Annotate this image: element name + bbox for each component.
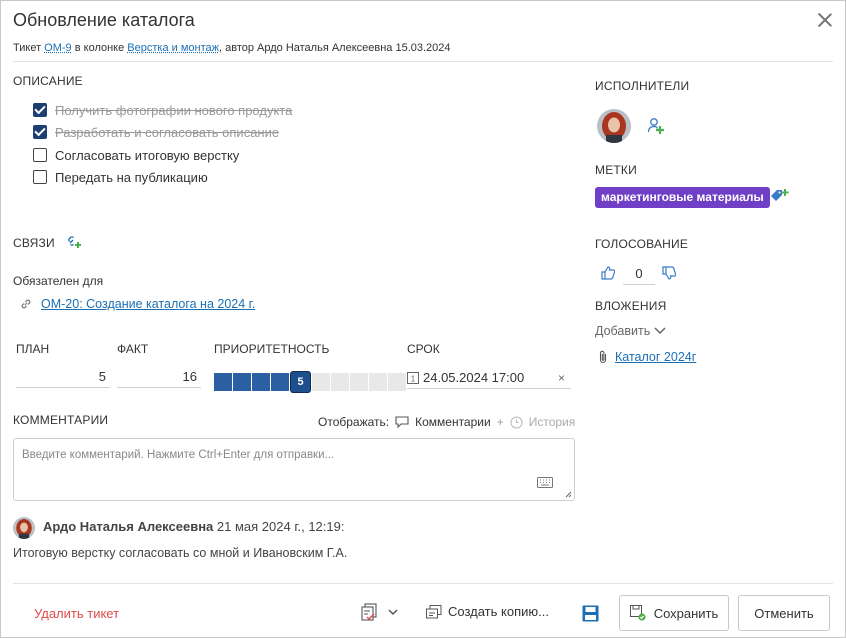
plan-input[interactable]: 5 (16, 366, 110, 388)
priority-step[interactable] (331, 373, 349, 391)
attachment-link[interactable]: Каталог 2024г (615, 350, 696, 364)
fact-label: ФАКТ (117, 342, 149, 356)
add-attachment-label: Добавить (595, 324, 651, 338)
avatar-image (13, 517, 35, 539)
meta-author: , автор Ардо Наталья Алексеевна 15.03.20… (218, 42, 451, 54)
clipboard-check-icon[interactable] (361, 603, 378, 621)
add-attachment-dropdown[interactable]: Добавить (595, 324, 666, 338)
checklist-item-label: Передать на публикацию (55, 169, 208, 185)
comments-filter: Отображать: Комментарии + История (318, 415, 575, 429)
assignees-heading: ИСПОЛНИТЕЛИ (595, 79, 690, 93)
links-heading: СВЯЗИ (13, 236, 55, 250)
priority-step[interactable] (350, 373, 368, 391)
ticket-dialog: Обновление каталога Тикет OM-9 в колонке… (0, 0, 846, 638)
priority-step[interactable] (388, 373, 406, 391)
comment-placeholder: Введите комментарий. Нажмите Ctrl+Enter … (22, 449, 335, 461)
checklist-item[interactable]: Передать на публикацию (33, 168, 208, 186)
show-label: Отображать: (318, 415, 390, 429)
priority-current[interactable]: 5 (290, 371, 311, 393)
save-button[interactable]: Сохранить (619, 595, 729, 631)
assignee-avatar-image (597, 109, 631, 143)
avatar (13, 517, 35, 539)
dialog-title: Обновление каталога (13, 10, 195, 30)
footer-divider (13, 583, 833, 584)
fact-input[interactable]: 16 (117, 366, 201, 388)
voting-heading: ГОЛОСОВАНИЕ (595, 237, 689, 251)
checklist-item-label: Разработать и согласовать описание (55, 124, 280, 140)
assignee-avatar[interactable] (597, 109, 631, 143)
priority-step[interactable] (369, 373, 387, 391)
meta-column-prefix: в колонке (71, 42, 128, 54)
close-icon[interactable] (817, 12, 833, 28)
comments-heading: КОММЕНТАРИИ (13, 413, 109, 427)
priority-step[interactable] (233, 373, 251, 391)
comment-icon[interactable] (395, 416, 409, 428)
priority-step[interactable] (312, 373, 330, 391)
checkbox[interactable] (33, 125, 47, 139)
checkbox[interactable] (33, 148, 47, 162)
filter-comments[interactable]: Комментарии (415, 415, 491, 429)
priority-step[interactable] (271, 373, 289, 391)
add-link-icon[interactable] (66, 234, 82, 250)
save-icon (629, 605, 646, 621)
filter-history[interactable]: История (529, 415, 576, 429)
comment-input[interactable]: Введите комментарий. Нажмите Ctrl+Enter … (13, 438, 575, 501)
cancel-label: Отменить (754, 605, 814, 621)
add-assignee-icon[interactable] (647, 117, 665, 135)
header-divider (13, 61, 833, 62)
checkbox[interactable] (33, 170, 47, 184)
checklist-item[interactable]: Разработать и согласовать описание (33, 123, 279, 141)
deadline-value: 24.05.2024 17:00 (423, 370, 525, 385)
required-for-label: Обязателен для (13, 274, 104, 288)
tag-badge[interactable]: маркетинговые материалы (595, 187, 770, 208)
save-label: Сохранить (653, 605, 719, 621)
thumbs-down-icon[interactable] (662, 266, 676, 280)
ticket-id-link[interactable]: OM-9 (44, 42, 72, 54)
save-disk-icon[interactable] (582, 605, 599, 622)
checklist-item[interactable]: Согласовать итоговую верстку (33, 146, 239, 164)
checklist-menu[interactable] (361, 603, 398, 621)
resize-handle-icon[interactable] (565, 491, 572, 498)
create-copy-label: Создать копию... (448, 604, 549, 619)
checklist-item-label: Согласовать итоговую верстку (55, 147, 240, 163)
comment-header: Ардо Наталья Алексеевна 21 мая 2024 г., … (43, 519, 344, 534)
vote-count: 0 (623, 263, 655, 285)
add-tag-icon[interactable] (769, 188, 789, 206)
description-heading: ОПИСАНИЕ (13, 74, 83, 88)
chevron-down-icon[interactable] (388, 608, 398, 616)
create-copy-button[interactable]: Создать копию... (426, 604, 549, 619)
column-link[interactable]: Верстка и монтаж (127, 42, 219, 54)
comment-author: Ардо Наталья Алексеевна (43, 519, 214, 534)
calendar-icon[interactable]: 1 (407, 371, 419, 384)
checkbox[interactable] (33, 103, 47, 117)
priority-step[interactable] (214, 373, 232, 391)
attachments-heading: ВЛОЖЕНИЯ (595, 299, 667, 313)
comment-date: 21 мая 2024 г., 12:19: (216, 519, 345, 534)
copy-icon (426, 604, 442, 618)
tags-heading: МЕТКИ (595, 163, 637, 177)
priority-label: ПРИОРИТЕТНОСТЬ (214, 342, 330, 356)
paperclip-icon (599, 350, 607, 364)
cancel-button[interactable]: Отменить (738, 595, 830, 631)
comment-text: Итоговую верстку согласовать со мной и И… (13, 546, 348, 560)
plan-label: ПЛАН (16, 342, 50, 356)
chevron-down-icon (654, 327, 666, 335)
checklist-item-label: Получить фотографии нового продукта (55, 102, 293, 118)
related-ticket-link[interactable]: OM-20: Создание каталога на 2024 г. (41, 297, 255, 311)
keyboard-icon[interactable] (537, 477, 553, 488)
checklist-item[interactable]: Получить фотографии нового продукта (33, 101, 292, 119)
filter-plus: + (496, 415, 504, 429)
delete-ticket-button[interactable]: Удалить тикет (34, 606, 119, 621)
deadline-label: СРОК (407, 342, 440, 356)
link-chain-icon (21, 299, 31, 309)
deadline-input[interactable]: 1 24.05.2024 17:00 × (407, 367, 571, 389)
clear-deadline-icon[interactable]: × (558, 371, 565, 385)
priority-selector[interactable]: 5 (214, 371, 406, 393)
svg-text:1: 1 (411, 374, 416, 383)
history-icon[interactable] (510, 415, 523, 429)
priority-step[interactable] (252, 373, 270, 391)
meta-prefix: Тикет (13, 42, 45, 54)
thumbs-up-icon[interactable] (601, 266, 615, 280)
ticket-meta: Тикет OM-9 в колонке Верстка и монтаж, а… (13, 42, 451, 54)
